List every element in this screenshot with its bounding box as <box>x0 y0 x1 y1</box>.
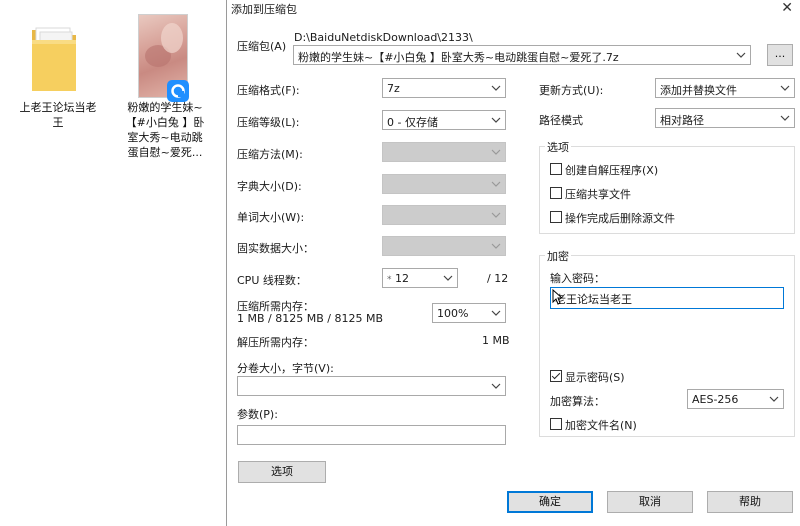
level-value: 0 - 仅存储 <box>387 116 438 129</box>
decompress-memory-value: 1 MB <box>482 334 510 347</box>
solid-size-select <box>382 236 506 256</box>
folder-icon[interactable] <box>30 16 78 96</box>
folder-label-line2: 王 <box>52 116 64 129</box>
shared-files-label[interactable]: 压缩共享文件 <box>565 186 631 202</box>
chevron-down-icon <box>769 394 779 404</box>
delete-source-label[interactable]: 操作完成后删除源文件 <box>565 210 675 226</box>
file-label-line4: 蛋自慰~爱死... <box>127 146 203 159</box>
word-size-select <box>382 205 506 225</box>
method-select <box>382 142 506 162</box>
params-label: 参数(P): <box>237 408 278 421</box>
archive-label: 压缩包(A) <box>237 40 287 53</box>
cpu-threads-label: CPU 线程数： <box>237 274 307 287</box>
memory-percent-select[interactable]: 100% <box>432 303 506 323</box>
chevron-down-icon <box>491 241 501 251</box>
close-button[interactable]: ✕ <box>781 0 793 16</box>
password-value: 老王论坛当老王 <box>555 293 632 306</box>
chevron-down-icon <box>491 83 501 93</box>
sfx-label[interactable]: 创建自解压程序(X) <box>565 162 658 178</box>
path-mode-select[interactable]: 相对路径 <box>655 108 795 128</box>
memory-percent-value: 100% <box>437 307 469 320</box>
ok-button[interactable]: 确定 <box>507 491 593 513</box>
compress-memory-value: 1 MB / 8125 MB / 8125 MB <box>237 312 383 325</box>
encryption-method-label: 加密算法： <box>550 395 605 408</box>
archive-directory: D:\BaiduNetdiskDownload\2133\ <box>294 31 473 44</box>
baidu-netdisk-icon <box>167 80 189 102</box>
path-mode-value: 相对路径 <box>660 114 704 127</box>
encryption-method-select[interactable]: AES-256 <box>687 389 784 409</box>
chevron-down-icon <box>491 210 501 220</box>
chevron-down-icon[interactable] <box>736 50 746 60</box>
shared-files-checkbox[interactable] <box>550 187 562 199</box>
options-button[interactable]: 选项 <box>238 461 326 483</box>
path-mode-label: 路径模式 <box>539 114 583 127</box>
help-button[interactable]: 帮助 <box>707 491 793 513</box>
decompress-memory-label: 解压所需内存： <box>237 336 314 349</box>
dialog-title: 添加到压缩包 <box>231 3 297 16</box>
method-label: 压缩方法(M): <box>237 148 303 161</box>
level-label: 压缩等级(L): <box>237 116 300 129</box>
chevron-down-icon <box>780 83 790 93</box>
update-mode-select[interactable]: 添加并替换文件 <box>655 78 795 98</box>
encrypt-names-checkbox[interactable] <box>550 418 562 430</box>
file-label-line1: 粉嫩的学生妹~ <box>127 101 203 114</box>
browse-button[interactable]: ... <box>767 44 793 66</box>
show-password-checkbox[interactable] <box>550 370 562 382</box>
sfx-checkbox[interactable] <box>550 163 562 175</box>
mouse-cursor-icon <box>552 289 562 305</box>
encrypt-names-label[interactable]: 加密文件名(N) <box>565 417 637 433</box>
folder-label-line1: 上老王论坛当老 <box>19 101 97 114</box>
show-password-label[interactable]: 显示密码(S) <box>565 369 625 385</box>
delete-source-checkbox[interactable] <box>550 211 562 223</box>
options-group-title: 选项 <box>545 139 571 155</box>
chevron-down-icon <box>443 273 453 283</box>
password-label: 输入密码： <box>550 272 605 285</box>
update-mode-value: 添加并替换文件 <box>660 84 737 97</box>
solid-size-label: 固实数据大小： <box>237 242 314 255</box>
title-bar[interactable]: 添加到压缩包 ✕ <box>227 0 800 18</box>
dictionary-label: 字典大小(D): <box>237 180 302 193</box>
cpu-threads-value: 12 <box>395 272 409 285</box>
chevron-down-icon <box>780 113 790 123</box>
file-label[interactable]: 粉嫩的学生妹~ 【#小白兔 】卧 室大秀~电动跳 蛋自慰~爱死... <box>116 100 214 160</box>
dictionary-select <box>382 174 506 194</box>
format-select[interactable]: 7z <box>382 78 506 98</box>
cpu-threads-total: / 12 <box>487 272 509 285</box>
archive-name-combobox[interactable]: 粉嫩的学生妹~【#小白兔 】卧室大秀~电动跳蛋自慰~爱死了.7z <box>293 45 751 65</box>
desktop: 上老王论坛当老 王 粉嫩的学生妹~ 【#小白兔 】卧 室大秀~电动跳 蛋自慰~爱… <box>0 0 226 526</box>
split-size-label: 分卷大小，字节(V): <box>237 362 334 375</box>
chevron-down-icon <box>491 179 501 189</box>
split-size-combobox[interactable] <box>237 376 506 396</box>
update-mode-label: 更新方式(U): <box>539 84 604 97</box>
add-to-archive-dialog: 添加到压缩包 ✕ 压缩包(A) D:\BaiduNetdiskDownload\… <box>226 0 800 526</box>
password-input[interactable]: 老王论坛当老王 <box>550 287 784 309</box>
chevron-down-icon <box>491 115 501 125</box>
level-select[interactable]: 0 - 仅存储 <box>382 110 506 130</box>
word-size-label: 单词大小(W): <box>237 211 305 224</box>
folder-label[interactable]: 上老王论坛当老 王 <box>8 100 108 130</box>
archive-name-value: 粉嫩的学生妹~【#小白兔 】卧室大秀~电动跳蛋自慰~爱死了.7z <box>298 51 619 64</box>
format-label: 压缩格式(F): <box>237 84 300 97</box>
file-label-line2: 【#小白兔 】卧 <box>125 116 205 129</box>
encryption-method-value: AES-256 <box>692 393 739 406</box>
format-value: 7z <box>387 82 400 95</box>
cancel-button[interactable]: 取消 <box>607 491 693 513</box>
encryption-group-title: 加密 <box>545 248 571 264</box>
chevron-down-icon[interactable] <box>491 381 501 391</box>
cpu-threads-select[interactable]: * 12 <box>382 268 458 288</box>
params-input[interactable] <box>237 425 506 445</box>
chevron-down-icon <box>491 147 501 157</box>
file-label-line3: 室大秀~电动跳 <box>127 131 203 144</box>
chevron-down-icon <box>491 308 501 318</box>
